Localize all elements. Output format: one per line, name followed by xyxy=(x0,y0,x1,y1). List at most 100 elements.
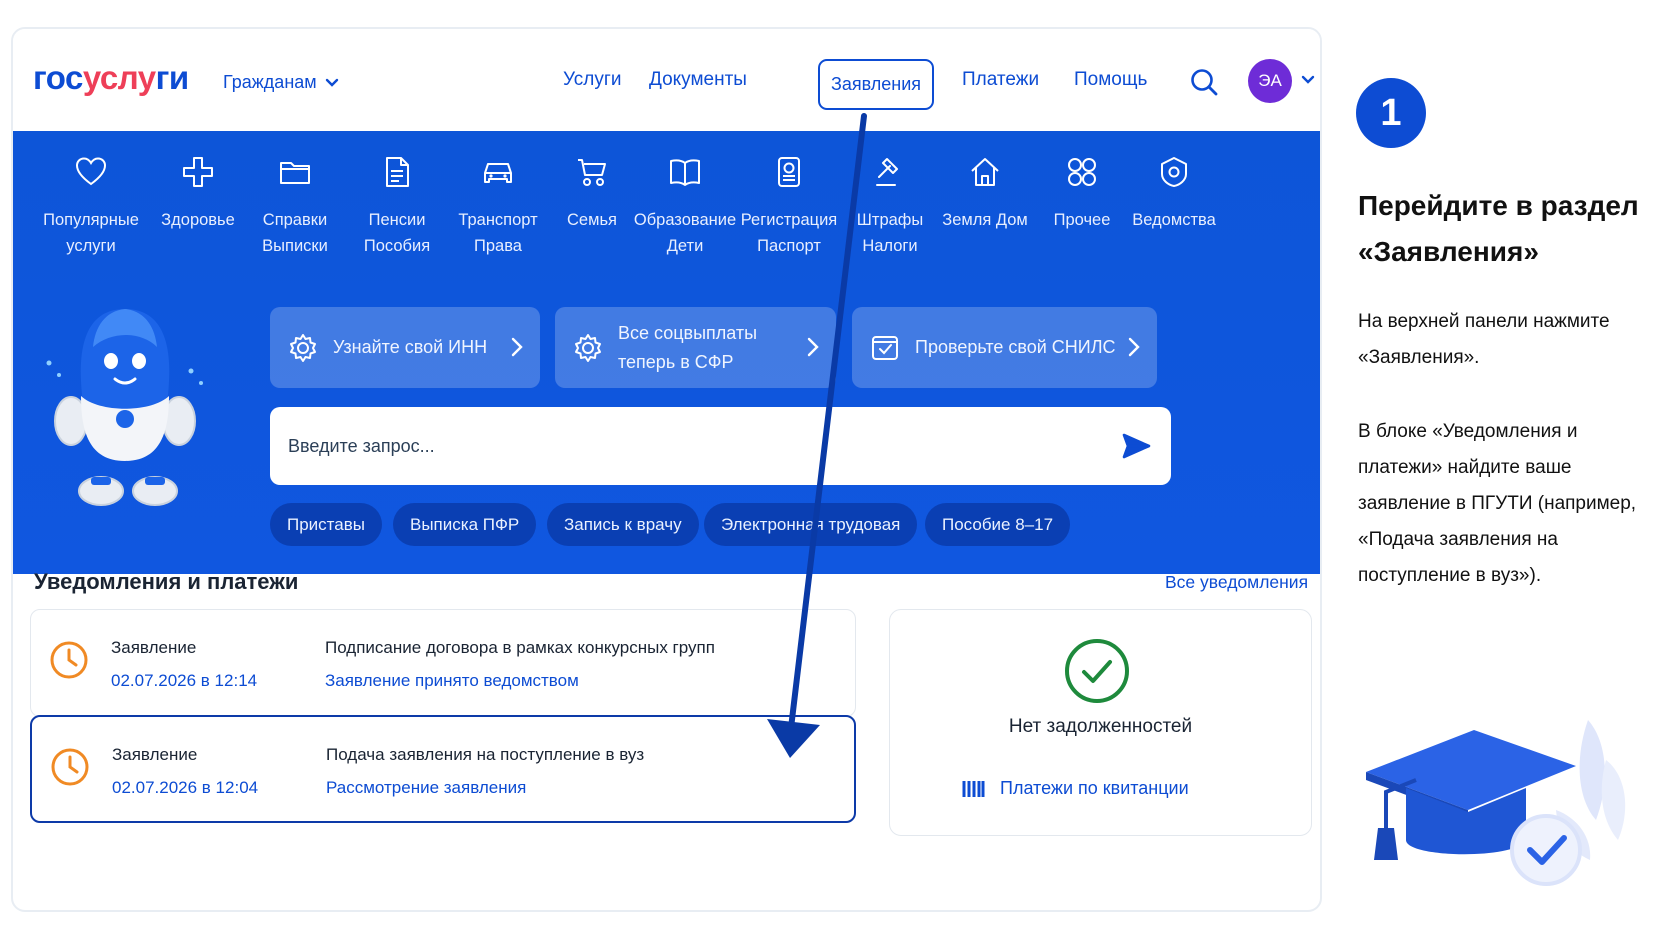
document-icon xyxy=(386,157,409,187)
notification-item-selected[interactable]: Заявление 02.07.2026 в 12:04 Подача заяв… xyxy=(30,715,856,823)
barcode-icon xyxy=(962,780,985,797)
house-icon xyxy=(971,158,999,186)
category-label: Паспорт xyxy=(757,237,821,255)
heart-icon xyxy=(75,157,107,186)
search-icon[interactable] xyxy=(1189,67,1219,97)
notification-status: Заявление принято ведомством xyxy=(325,671,579,690)
category-bar: Популярные услуги Здоровье Справки Выписки… xyxy=(13,131,1320,255)
category-registration[interactable]: Регистрация Паспорт xyxy=(740,155,838,259)
chip-doctor-appointment[interactable]: Запись к врачу xyxy=(547,503,699,546)
debt-status-card: Нет задолженностей Платежи по квитанции xyxy=(889,609,1312,836)
gosuslugi-window: госуслуги Гражданам Услуги Документы Зая… xyxy=(11,27,1322,912)
clock-icon xyxy=(51,748,89,786)
check-circle-icon xyxy=(1065,639,1129,703)
category-label: Штрафы xyxy=(856,211,924,229)
nav-applications[interactable]: Заявления xyxy=(818,59,934,110)
step-title: Перейдите в раздел «Заявления» xyxy=(1358,190,1639,267)
category-label: Прочее xyxy=(1053,211,1111,229)
notification-kind: Заявление xyxy=(111,638,197,657)
chevron-right-icon xyxy=(1128,337,1140,357)
notification-item[interactable]: Заявление 02.07.2026 в 12:14 Подписание … xyxy=(30,609,856,717)
tile-label: Узнайте свой ИНН xyxy=(333,337,488,357)
book-icon xyxy=(670,159,700,186)
category-label: Семья xyxy=(567,211,617,229)
tile-find-inn[interactable]: Узнайте свой ИНН xyxy=(270,307,540,388)
chevron-down-icon xyxy=(325,78,338,87)
nav-help[interactable]: Помощь xyxy=(1074,69,1147,91)
chevron-down-icon[interactable] xyxy=(1301,73,1315,87)
stroller-icon xyxy=(578,159,606,186)
tile-check-snils[interactable]: Проверьте свой СНИЛС xyxy=(852,307,1157,388)
gear-icon xyxy=(575,333,601,362)
checkbox-card-icon xyxy=(872,335,898,360)
nav-services[interactable]: Услуги xyxy=(563,69,621,91)
category-popular[interactable]: Популярные услуги xyxy=(43,155,139,259)
notification-status: Рассмотрение заявления xyxy=(326,778,527,797)
all-notifications-link[interactable]: Все уведомления xyxy=(1165,572,1308,593)
category-health[interactable]: Здоровье xyxy=(161,155,235,233)
notification-date: 02.07.2026 в 12:14 xyxy=(111,671,258,690)
chip-bailiffs[interactable]: Приставы xyxy=(270,503,382,546)
step-number-badge: 1 xyxy=(1356,78,1426,148)
debt-status-text: Нет задолженностей xyxy=(1008,716,1193,737)
category-land-house[interactable]: Земля Дом xyxy=(942,155,1028,233)
category-family[interactable]: Семья xyxy=(566,155,618,233)
hero-band: Популярные услуги Здоровье Справки Выписки… xyxy=(13,131,1320,574)
step-paragraph: В блоке «Уведомления и платежи» найдите … xyxy=(1358,421,1637,586)
category-transport[interactable]: Транспорт Права xyxy=(458,155,538,259)
category-pensions[interactable]: Пенсии Пособия xyxy=(363,155,431,259)
category-agencies[interactable]: Ведомства xyxy=(1132,155,1216,233)
top-header: госуслуги Гражданам Услуги Документы Зая… xyxy=(13,29,1320,132)
category-label: Образование xyxy=(633,211,737,229)
folder-icon xyxy=(280,162,310,184)
tile-label: теперь в СФР xyxy=(618,351,734,372)
logo-part-gi: ги xyxy=(155,59,190,96)
category-label: Земля Дом xyxy=(942,211,1028,229)
notification-kind: Заявление xyxy=(112,745,198,764)
category-education[interactable]: Образование Дети xyxy=(633,155,737,259)
gavel-icon xyxy=(876,158,898,186)
send-icon[interactable] xyxy=(1121,431,1151,461)
category-other[interactable]: Прочее xyxy=(1054,155,1110,233)
car-icon xyxy=(484,163,512,183)
category-certificates[interactable]: Справки Выписки xyxy=(262,155,328,259)
tile-social-payments[interactable]: Все соцвыплаты теперь в СФР xyxy=(555,307,836,388)
graduation-cap-illustration xyxy=(1366,720,1626,886)
step-paragraph: На верхней панели нажмите «Заявления». xyxy=(1358,311,1610,368)
clock-icon xyxy=(50,641,88,679)
chip-allowance[interactable]: Пособие 8–17 xyxy=(925,503,1071,546)
category-fines[interactable]: Штрафы Налоги xyxy=(857,155,923,259)
category-label: Популярные xyxy=(43,211,139,229)
category-label: Дети xyxy=(666,237,704,255)
gear-icon xyxy=(290,333,316,362)
tile-label: Все соцвыплаты xyxy=(618,322,758,343)
user-avatar[interactable]: ЭА xyxy=(1248,59,1292,103)
category-label: Справки xyxy=(262,211,328,229)
category-label: Налоги xyxy=(862,237,918,255)
category-label: Пособия xyxy=(363,237,431,255)
notification-subject: Подача заявления на поступление в вуз xyxy=(326,745,645,764)
robot-mascot xyxy=(46,309,203,506)
audience-dropdown[interactable]: Гражданам xyxy=(223,72,339,93)
nav-documents[interactable]: Документы xyxy=(649,69,747,91)
nav-payments[interactable]: Платежи xyxy=(962,69,1039,91)
search-input[interactable] xyxy=(288,435,1088,457)
chip-pfr-statement[interactable]: Выписка ПФР xyxy=(393,503,537,546)
search-bar xyxy=(270,407,1171,485)
category-label: Права xyxy=(474,237,522,255)
notification-date: 02.07.2026 в 12:04 xyxy=(112,778,259,797)
logo-part-usl: услу xyxy=(82,59,156,96)
category-label: Регистрация xyxy=(740,211,838,229)
chip-electronic-workbook[interactable]: Электронная трудовая xyxy=(704,503,918,546)
gosuslugi-logo[interactable]: госуслуги xyxy=(33,59,189,97)
notifications-title: Уведомления и платежи xyxy=(34,569,299,594)
passport-icon xyxy=(778,157,800,187)
logo-part-gos: гос xyxy=(33,59,83,96)
category-label: Транспорт xyxy=(458,211,538,229)
receipt-payments-link[interactable]: Платежи по квитанции xyxy=(962,778,1189,799)
grid-icon xyxy=(1068,158,1096,186)
emblem-icon xyxy=(1161,157,1187,187)
chevron-right-icon xyxy=(511,337,523,357)
category-label: услуги xyxy=(66,237,116,255)
category-label: Выписки xyxy=(262,237,328,255)
